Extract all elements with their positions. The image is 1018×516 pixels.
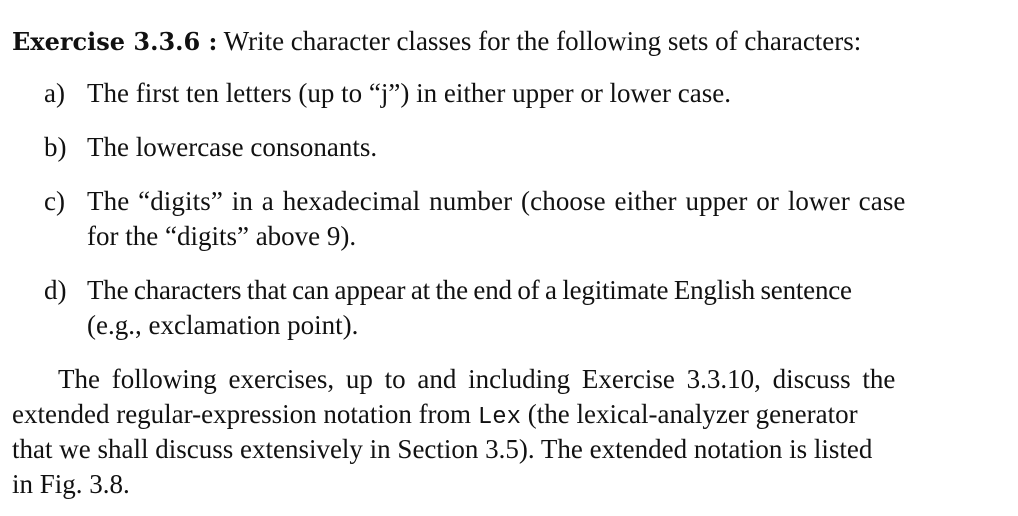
- list-item-b: b) The lowercase consonants.: [44, 130, 1014, 166]
- item-text-d: The characters that can appear at the en…: [87, 273, 1012, 343]
- item-c-line-2: for the “digits” above 9).: [87, 221, 357, 251]
- paragraph-line-4: in Fig. 3.8.: [12, 469, 130, 499]
- paragraph-line-2: extended regular-expression notation fro…: [12, 397, 1008, 432]
- item-d-line-1: The characters that can appear at the en…: [87, 275, 852, 305]
- item-marker-a: a): [44, 78, 65, 108]
- list-item-d: d) The characters that can appear at the…: [44, 273, 1014, 345]
- item-marker-d: d): [44, 275, 67, 305]
- item-marker-c: c): [44, 186, 65, 216]
- body-paragraph: The following exercises, up to and inclu…: [12, 362, 1008, 502]
- item-marker-b: b): [44, 132, 67, 162]
- item-c-line-1: The “digits” in a hexadecimal number (ch…: [87, 186, 906, 216]
- paragraph-line-2-after: (the lexical-analyzer generator: [521, 399, 858, 429]
- paragraph-line-1: The following exercises, up to and inclu…: [58, 364, 896, 394]
- paragraph-line-2-before: extended regular-expression notation fro…: [12, 399, 478, 429]
- item-b-line-1: The lowercase consonants.: [87, 132, 378, 162]
- item-d-line-2: (e.g., exclamation point).: [87, 310, 359, 340]
- lex-code-term: Lex: [477, 404, 522, 431]
- item-text-c: The “digits” in a hexadecimal number (ch…: [87, 184, 1012, 254]
- item-text-b: The lowercase consonants.: [87, 130, 1012, 165]
- exercise-heading: Exercise 3.3.6 : Write character classes…: [12, 24, 1012, 59]
- item-a-line-1: The first ten letters (up to “j”) in eit…: [87, 78, 731, 108]
- list-item-a: a) The first ten letters (up to “j”) in …: [44, 76, 1014, 112]
- item-text-a: The first ten letters (up to “j”) in eit…: [87, 76, 1012, 111]
- list-item-c: c) The “digits” in a hexadecimal number …: [44, 184, 1014, 256]
- textbook-page: Exercise 3.3.6 : Write character classes…: [0, 0, 1018, 516]
- paragraph-line-3: that we shall discuss extensively in Sec…: [12, 434, 873, 464]
- exercise-label: Exercise 3.3.6 :: [12, 27, 218, 56]
- exercise-intro: Write character classes for the followin…: [217, 26, 862, 56]
